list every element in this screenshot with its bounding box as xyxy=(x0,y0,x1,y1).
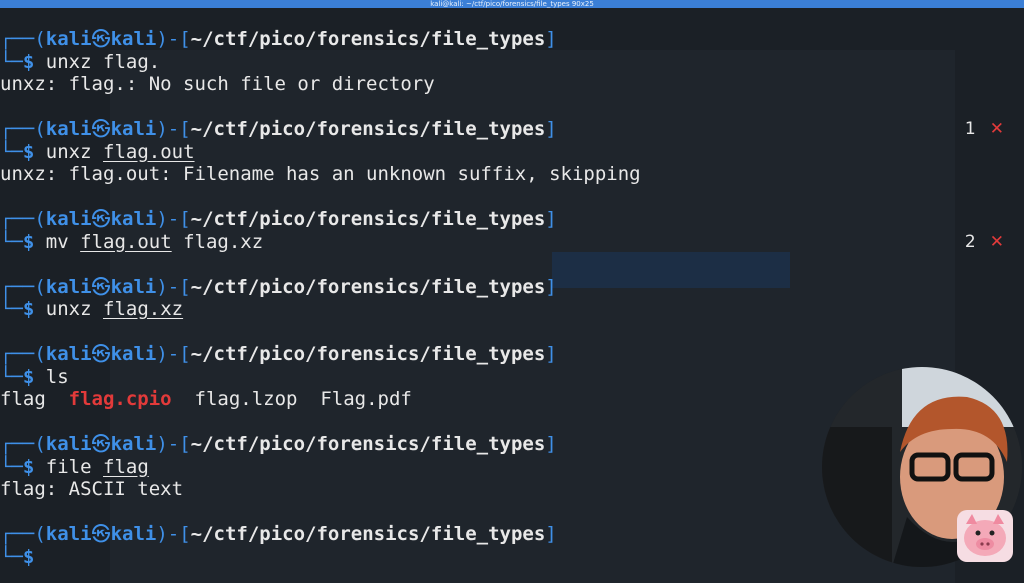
file-entry-archive: flag.cpio xyxy=(68,388,172,410)
window-title: kali@kali: ~/ctf/pico/forensics/file_typ… xyxy=(430,0,594,8)
command-arg: flag.xz xyxy=(103,298,184,320)
command-arg: flag.out xyxy=(103,140,195,163)
command-arg: flag. xyxy=(103,50,161,73)
command-output: unxz: flag.: No such file or directory xyxy=(0,73,435,95)
file-entry: flag xyxy=(0,388,46,410)
command: unxz xyxy=(45,50,92,73)
file-entry: Flag.pdf xyxy=(320,388,412,410)
pig-logo xyxy=(957,510,1013,562)
command: unxz xyxy=(45,298,92,320)
command-output: unxz: flag.out: Filename has an unknown … xyxy=(0,163,641,185)
prompt-line: ┌──(kali㉿kali)-[~/ctf/pico/forensics/fil… xyxy=(0,343,557,365)
command: mv xyxy=(45,230,69,253)
window-titlebar: kali@kali: ~/ctf/pico/forensics/file_typ… xyxy=(0,0,1024,8)
command: file xyxy=(45,455,92,478)
command-arg: flag xyxy=(103,455,149,478)
error-marker: 1 ✕ xyxy=(964,119,1004,139)
command-arg: flag.xz xyxy=(183,230,264,253)
command-line: └─$ mv flag.out flag.xz 2 ✕ xyxy=(0,230,1004,253)
error-marker: 2 ✕ xyxy=(964,231,1004,252)
prompt-line: ┌──(kali㉿kali)-[~/ctf/pico/forensics/fil… xyxy=(0,208,557,230)
command-line: └─$ unxz flag. xyxy=(0,50,161,73)
prompt-line: ┌──(kali㉿kali)-[~/ctf/pico/forensics/fil… xyxy=(0,275,557,298)
command: ls xyxy=(45,365,69,388)
command: unxz xyxy=(45,140,92,163)
prompt-line: ┌──(kali㉿kali)-[~/ctf/pico/forensics/fil… xyxy=(0,28,557,50)
command-line: └─$ unxz flag.out xyxy=(0,140,195,163)
file-entry: flag.lzop xyxy=(194,388,298,410)
command-line: └─$ unxz flag.xz xyxy=(0,298,184,320)
close-icon: ✕ xyxy=(989,231,1004,252)
close-icon: ✕ xyxy=(989,119,1004,139)
command-arg: flag.out xyxy=(80,230,172,253)
prompt-line: ┌──(kali㉿kali)-[~/ctf/pico/forensics/fil… xyxy=(0,118,1004,140)
